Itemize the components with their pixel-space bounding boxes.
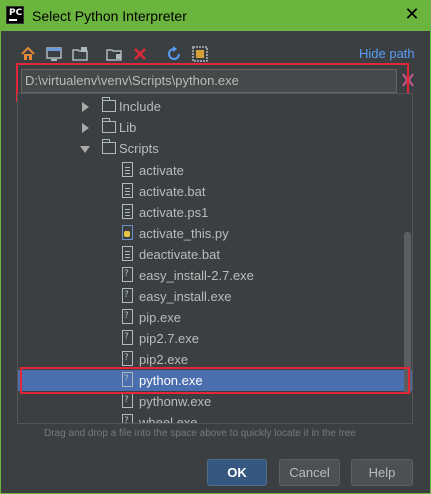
tree-file-activate[interactable]: activate (18, 160, 412, 181)
desktop-button[interactable] (44, 45, 64, 63)
tree-item-label: easy_install-2.7.exe (139, 268, 254, 283)
desktop-icon (46, 47, 62, 61)
new-folder-button[interactable] (104, 45, 124, 63)
pycharm-logo-icon: PC (6, 6, 24, 24)
tree-folder-lib[interactable]: Lib (18, 117, 412, 138)
tree-folder-include[interactable]: Include (18, 96, 412, 117)
folder-icon (102, 139, 116, 154)
tree-item-label: activate.bat (139, 184, 206, 199)
tree-item-label: easy_install.exe (139, 289, 232, 304)
title-bar: PC Select Python Interpreter ✕ (0, 0, 431, 31)
close-button[interactable]: ✕ (401, 4, 423, 26)
tree-file-activate-ps1[interactable]: activate.ps1 (18, 202, 412, 223)
tree-item-label: pythonw.exe (139, 394, 212, 409)
unknown-file-icon (122, 351, 133, 366)
tree-file-activate-bat[interactable]: activate.bat (18, 181, 412, 202)
tree-item-label: pip2.exe (139, 352, 189, 367)
unknown-file-icon (122, 267, 133, 282)
tree-file-easy-install[interactable]: easy_install.exe (18, 286, 412, 307)
help-button[interactable]: Help (351, 459, 413, 486)
tree-file-activate-this-py[interactable]: activate_this.py (18, 223, 412, 244)
python-file-icon (122, 225, 133, 240)
unknown-file-icon (122, 288, 133, 303)
tree-item-label: wheel.exe (139, 415, 198, 424)
text-file-icon (122, 246, 133, 261)
window-title: Select Python Interpreter (32, 8, 187, 24)
project-folder-icon (72, 47, 88, 61)
ok-button[interactable]: OK (207, 459, 267, 486)
new-folder-icon (106, 49, 122, 61)
refresh-button[interactable] (164, 45, 184, 63)
tree-file-pip[interactable]: pip.exe (18, 307, 412, 328)
tree-folder-scripts[interactable]: Scripts (18, 138, 412, 159)
tree-item-label: activate_this.py (139, 226, 229, 241)
tree-item-label: Lib (119, 120, 137, 135)
tree-file-pip27[interactable]: pip2.7.exe (18, 328, 412, 349)
refresh-icon (168, 46, 180, 60)
expand-arrow-icon[interactable] (82, 102, 89, 112)
tree-file-easy-install-27[interactable]: easy_install-2.7.exe (18, 265, 412, 286)
project-button[interactable] (70, 45, 90, 63)
home-button[interactable] (18, 45, 38, 63)
tree-item-label: deactivate.bat (139, 247, 220, 262)
tree-item-label: Include (119, 99, 161, 114)
collapse-arrow-icon[interactable] (80, 146, 90, 153)
expand-arrow-icon[interactable] (82, 123, 89, 133)
show-hidden-button[interactable] (190, 45, 210, 63)
text-file-icon (122, 162, 133, 177)
hide-path-link[interactable]: Hide path (359, 46, 415, 61)
unknown-file-icon (122, 393, 133, 408)
tree-file-deactivate-bat[interactable]: deactivate.bat (18, 244, 412, 265)
tree-item-label: Scripts (119, 141, 159, 156)
tree-item-label: activate.ps1 (139, 205, 209, 220)
unknown-file-icon (122, 330, 133, 345)
text-file-icon (122, 183, 133, 198)
toolbar (18, 44, 216, 64)
app-icon-text: PC (9, 8, 23, 18)
home-icon (21, 46, 35, 60)
show-hidden-icon (192, 46, 208, 62)
close-icon: ✕ (404, 4, 420, 25)
drag-drop-hint: Drag and drop a file into the space abov… (44, 428, 356, 439)
folder-icon (102, 118, 116, 133)
text-file-icon (122, 204, 133, 219)
delete-button[interactable] (130, 45, 150, 63)
tree-file-pythonw[interactable]: pythonw.exe (18, 391, 412, 412)
unknown-file-icon (122, 309, 133, 324)
selection-highlight-box (20, 367, 410, 394)
tree-item-label: pip.exe (139, 310, 181, 325)
folder-icon (102, 97, 116, 112)
tree-file-wheel[interactable]: wheel.exe (18, 412, 412, 424)
unknown-file-icon (122, 414, 133, 423)
delete-icon (134, 48, 146, 60)
tree-item-label: activate (139, 163, 184, 178)
cancel-button[interactable]: Cancel (279, 459, 340, 486)
tree-item-label: pip2.7.exe (139, 331, 199, 346)
